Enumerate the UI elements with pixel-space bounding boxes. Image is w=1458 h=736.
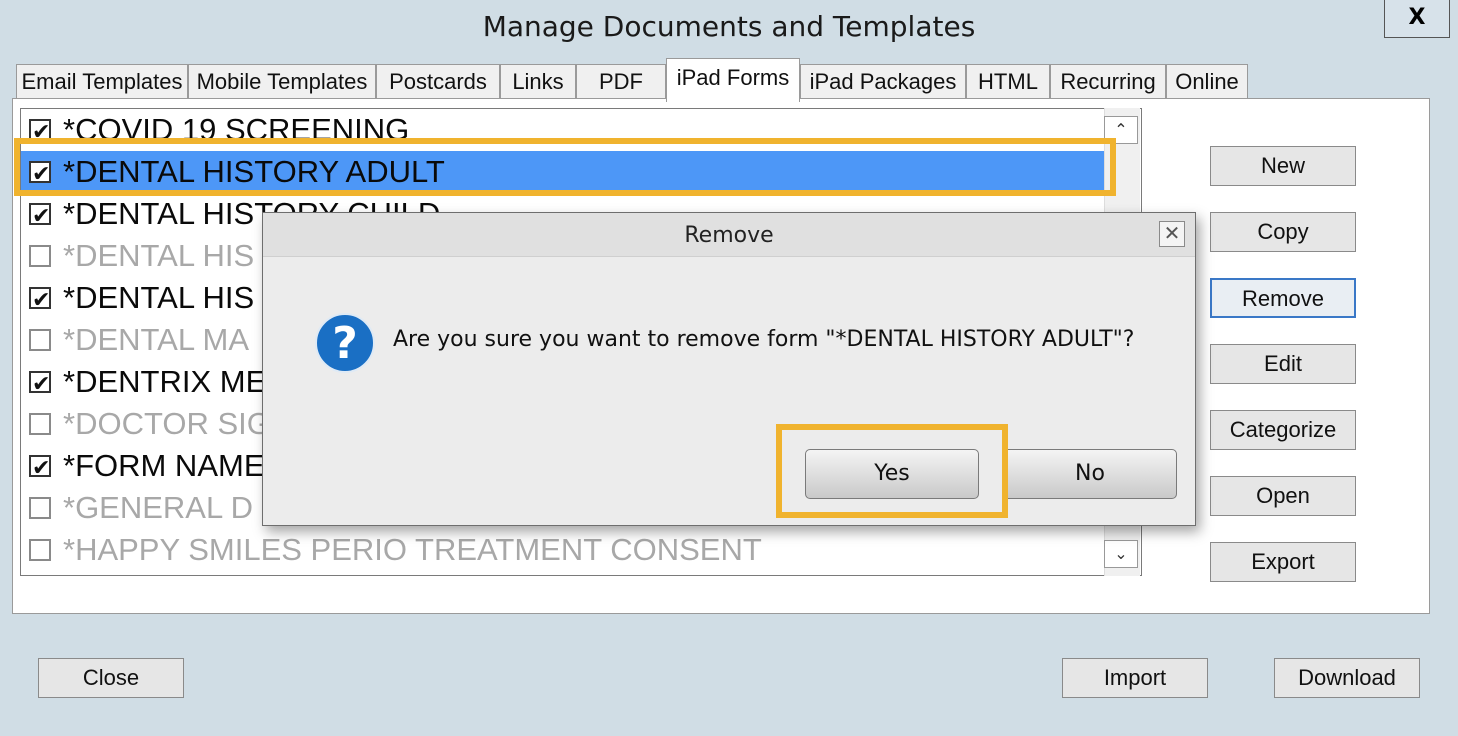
check-icon: ✔ — [32, 288, 51, 313]
checkbox[interactable] — [29, 245, 51, 267]
checkbox[interactable] — [29, 413, 51, 435]
check-icon: ✔ — [32, 456, 51, 481]
import-button[interactable]: Import — [1062, 658, 1208, 698]
list-item-label: *HAPPY SMILES PERIO TREATMENT CONSENT — [63, 532, 762, 567]
download-button[interactable]: Download — [1274, 658, 1420, 698]
list-item-label: *DOCTOR SIG — [63, 406, 271, 441]
tab-links[interactable]: Links — [500, 64, 576, 100]
list-item-label: *DENTAL HIS — [63, 280, 255, 315]
checkbox[interactable] — [29, 497, 51, 519]
edit-button[interactable]: Edit — [1210, 344, 1356, 384]
dialog-close-icon[interactable]: ✕ — [1159, 221, 1185, 247]
list-item[interactable]: *HAPPY SMILES PERIO TREATMENT CONSENT — [21, 529, 1105, 571]
no-button[interactable]: No — [1003, 449, 1177, 499]
new-button[interactable]: New — [1210, 146, 1356, 186]
scroll-down-icon[interactable]: ⌄ — [1104, 540, 1138, 568]
checkbox[interactable]: ✔ — [29, 287, 51, 313]
question-icon: ? — [315, 313, 375, 373]
close-button[interactable]: Close — [38, 658, 184, 698]
dialog-title: Remove — [263, 213, 1195, 257]
categorize-button[interactable]: Categorize — [1210, 410, 1356, 450]
tab-mobile-templates[interactable]: Mobile Templates — [188, 64, 376, 100]
list-item-label: *DENTAL HIS — [63, 238, 255, 273]
check-icon: ✔ — [32, 372, 51, 397]
copy-button[interactable]: Copy — [1210, 212, 1356, 252]
list-item-label: *FORM NAME — [63, 448, 265, 483]
tab-ipad-forms[interactable]: iPad Forms — [666, 58, 800, 102]
checkbox[interactable] — [29, 539, 51, 561]
remove-dialog: Remove ✕ ? Are you sure you want to remo… — [262, 212, 1196, 526]
open-button[interactable]: Open — [1210, 476, 1356, 516]
list-item-label: *DENTAL MA — [63, 322, 250, 357]
checkbox[interactable] — [29, 329, 51, 351]
checkbox[interactable]: ✔ — [29, 203, 51, 229]
list-item-label: *GENERAL D — [63, 490, 254, 525]
selected-row-highlight — [14, 138, 1116, 196]
tab-pdf[interactable]: PDF — [576, 64, 666, 100]
tab-ipad-packages[interactable]: iPad Packages — [800, 64, 966, 100]
check-icon: ✔ — [32, 204, 51, 229]
dialog-message: Are you sure you want to remove form "*D… — [393, 327, 1135, 352]
checkbox[interactable]: ✔ — [29, 371, 51, 397]
tab-postcards[interactable]: Postcards — [376, 64, 500, 100]
remove-button[interactable]: Remove — [1210, 278, 1356, 318]
tab-html[interactable]: HTML — [966, 64, 1050, 100]
export-button[interactable]: Export — [1210, 542, 1356, 582]
window-title: Manage Documents and Templates — [482, 10, 976, 43]
tab-email-templates[interactable]: Email Templates — [16, 64, 188, 100]
checkbox[interactable]: ✔ — [29, 455, 51, 481]
tab-recurring[interactable]: Recurring — [1050, 64, 1166, 100]
tab-online[interactable]: Online — [1166, 64, 1248, 100]
yes-button-highlight — [776, 424, 1008, 518]
window-close-button[interactable]: X — [1384, 0, 1450, 38]
list-item-label: *DENTRIX ME — [63, 364, 267, 399]
